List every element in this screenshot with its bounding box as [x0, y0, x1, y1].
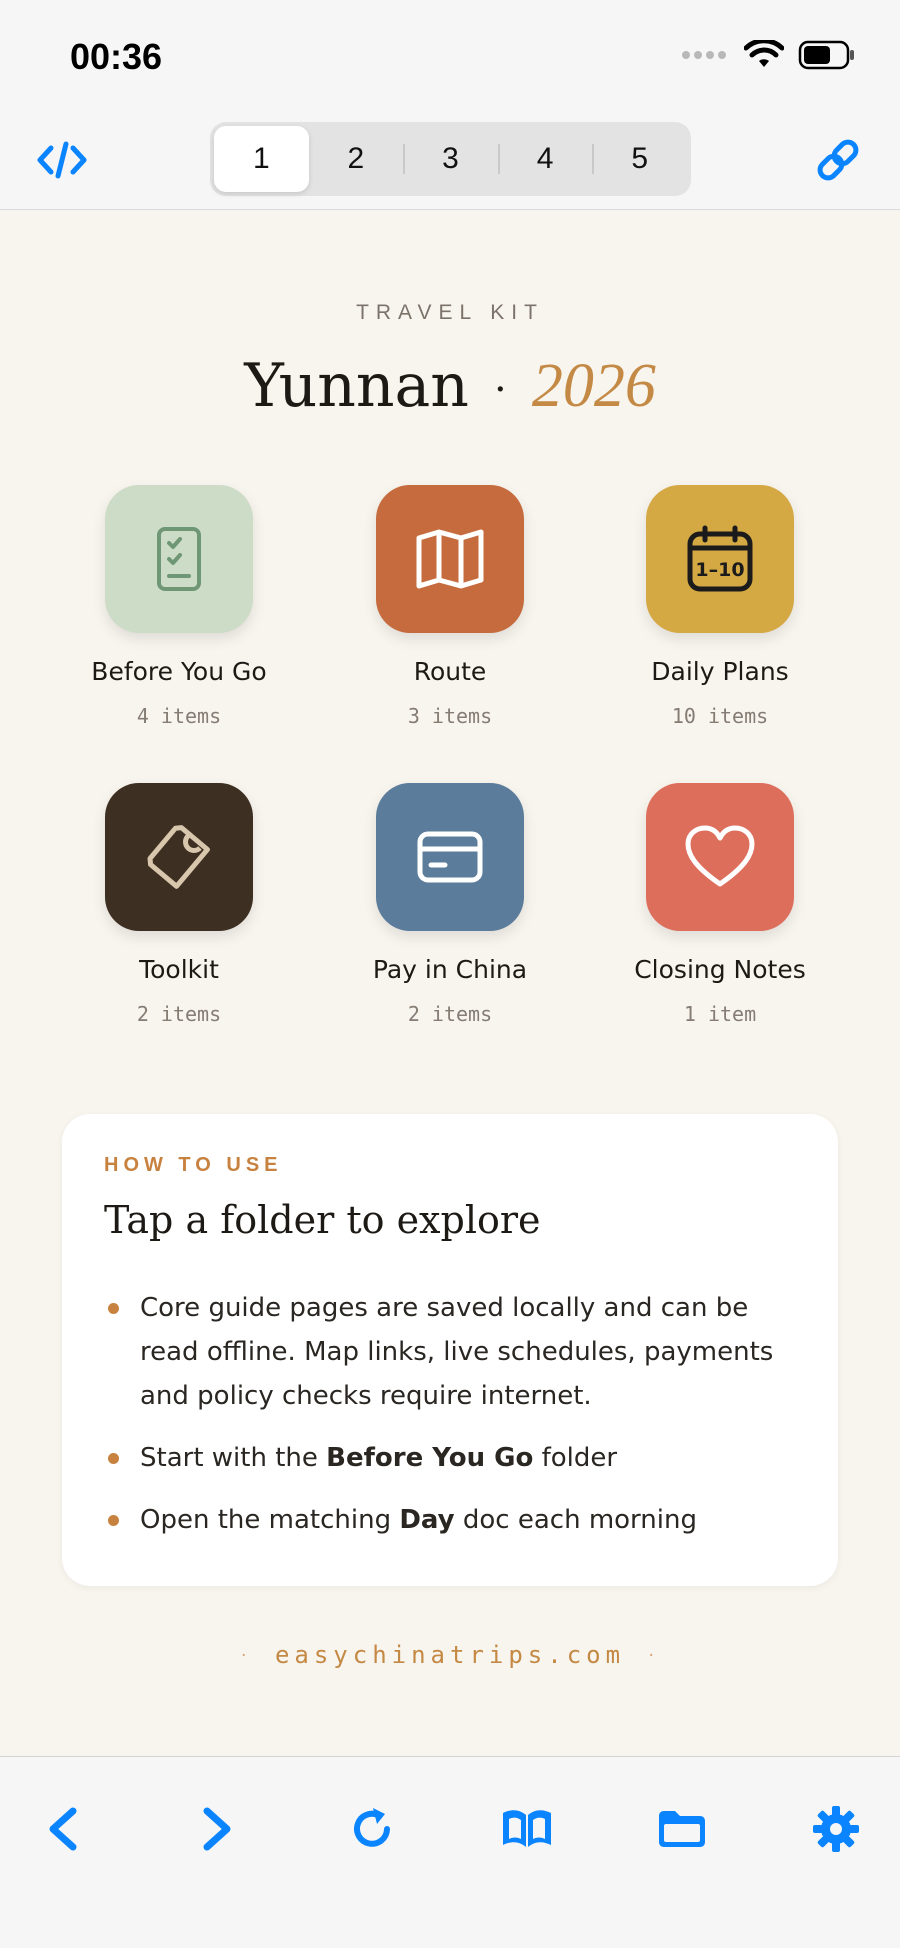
segment-2[interactable]: 2 — [309, 126, 404, 192]
list-item-text: Core guide pages are saved locally and c… — [140, 1293, 774, 1411]
list-item-bold: Day — [399, 1505, 455, 1535]
reload-icon — [354, 1808, 390, 1847]
chevron-left-icon — [49, 1807, 77, 1851]
how-to-list: Core guide pages are saved locally and c… — [104, 1286, 804, 1560]
folder-daily-plans[interactable]: 1–10 Daily Plans 10 items — [605, 485, 835, 728]
files-button[interactable] — [647, 1797, 717, 1861]
bottom-toolbar — [0, 1756, 900, 1948]
tag-icon — [147, 825, 210, 889]
segment-5[interactable]: 5 — [592, 126, 687, 192]
folder-count: 2 items — [136, 1002, 222, 1026]
title-place: Yunnan — [244, 351, 469, 421]
gear-icon — [813, 1806, 859, 1852]
link-button[interactable] — [810, 134, 866, 186]
top-toolbar: 1 2 3 4 5 — [0, 110, 900, 210]
status-bar: 00:36 — [0, 0, 900, 110]
folder-before-you-go[interactable]: Before You Go 4 items — [64, 485, 294, 728]
status-icons — [682, 40, 856, 70]
list-item: Core guide pages are saved locally and c… — [104, 1286, 804, 1418]
folder-label: Daily Plans — [651, 657, 789, 686]
reload-button[interactable] — [337, 1797, 407, 1861]
forward-button[interactable] — [182, 1797, 252, 1861]
folder-count: 1 item — [683, 1002, 757, 1026]
main-content: TRAVEL KIT Yunnan · 2026 Before You Go 4… — [0, 211, 900, 1756]
link-icon — [817, 139, 859, 181]
list-item: Open the matching Day doc each morning — [104, 1498, 804, 1542]
folder-icon — [659, 1811, 705, 1847]
footer-dot: · — [239, 1648, 253, 1664]
folder-label: Toolkit — [139, 955, 219, 984]
page-kicker: TRAVEL KIT — [356, 301, 544, 324]
calendar-icon-text: 1–10 — [695, 559, 744, 581]
list-item-text: Start with the — [140, 1443, 327, 1473]
chevron-right-icon — [203, 1807, 231, 1851]
wifi-icon — [744, 40, 784, 67]
folder-count: 10 items — [671, 704, 769, 728]
list-item-text: doc each morning — [454, 1505, 697, 1535]
site-footer: · easychinatrips.com · — [0, 1641, 900, 1669]
folder-icon-tile — [105, 783, 253, 931]
cellular-signal-icon — [682, 51, 726, 59]
folder-pay-in-china[interactable]: Pay in China 2 items — [335, 783, 565, 1026]
folder-label: Before You Go — [91, 657, 267, 686]
calendar-icon: 1–10 — [687, 525, 753, 592]
site-link[interactable]: easychinatrips.com — [275, 1641, 625, 1669]
folder-label: Route — [413, 657, 487, 686]
folder-closing-notes[interactable]: Closing Notes 1 item — [605, 783, 835, 1026]
segment-4[interactable]: 4 — [497, 126, 593, 192]
folder-count: 3 items — [407, 704, 493, 728]
title-separator: · — [494, 367, 507, 414]
folder-icon-tile — [376, 485, 524, 633]
list-item: Start with the Before You Go folder — [104, 1436, 804, 1480]
folder-icon-tile — [105, 485, 253, 633]
folder-route[interactable]: Route 3 items — [335, 485, 565, 728]
footer-dot: · — [647, 1648, 661, 1664]
list-item-bold: Before You Go — [326, 1443, 534, 1473]
reader-button[interactable] — [492, 1797, 562, 1861]
map-icon — [416, 529, 484, 589]
folder-label: Closing Notes — [634, 955, 806, 984]
segment-3[interactable]: 3 — [403, 126, 498, 192]
folder-icon-tile: 1–10 — [646, 485, 794, 633]
list-item-text: Open the matching — [140, 1505, 400, 1535]
checklist-icon — [157, 527, 201, 591]
title-year: 2026 — [531, 352, 656, 420]
folder-count: 4 items — [136, 704, 222, 728]
folder-icon-tile — [646, 783, 794, 931]
folder-icon-tile — [376, 783, 524, 931]
how-to-use-card: HOW TO USE Tap a folder to explore Core … — [62, 1114, 838, 1586]
folder-toolkit[interactable]: Toolkit 2 items — [64, 783, 294, 1026]
status-time: 00:36 — [70, 36, 163, 77]
list-item-text: folder — [533, 1443, 618, 1473]
code-view-button[interactable] — [34, 138, 90, 182]
card-icon — [417, 831, 483, 883]
folder-count: 2 items — [407, 1002, 493, 1026]
page-title: Yunnan · 2026 — [0, 351, 900, 422]
code-icon — [37, 141, 87, 179]
battery-icon — [798, 40, 854, 70]
book-icon — [503, 1810, 551, 1847]
folder-label: Pay in China — [372, 955, 528, 984]
segment-1[interactable]: 1 — [214, 126, 309, 192]
card-title: Tap a folder to explore — [104, 1198, 541, 1242]
page-segmented-control: 1 2 3 4 5 — [210, 122, 691, 196]
heart-icon — [685, 825, 755, 887]
card-kicker: HOW TO USE — [104, 1154, 283, 1176]
settings-button[interactable] — [801, 1797, 871, 1861]
back-button[interactable] — [28, 1797, 98, 1861]
